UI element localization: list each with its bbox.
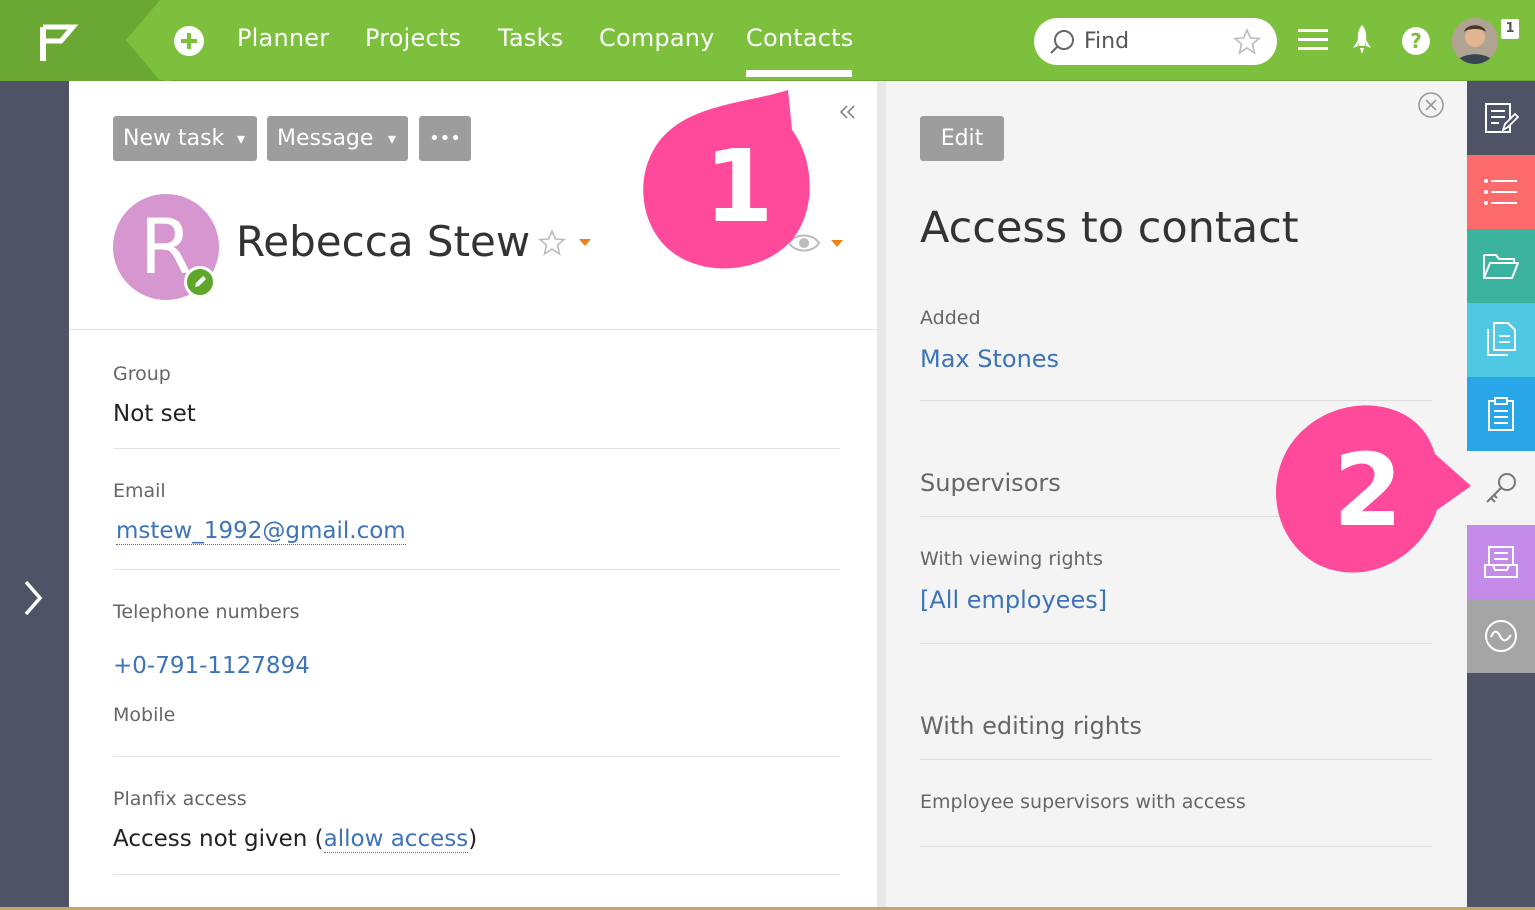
documents-icon [1487,322,1516,356]
search-icon [1050,30,1074,54]
employee-supervisors-label: Employee supervisors with access [920,791,1246,813]
new-task-button[interactable]: New task ▾ [113,116,257,161]
side-tab-activity[interactable] [1467,599,1535,673]
add-icon[interactable] [174,26,204,56]
phone-link[interactable]: +0-791-1127894 [113,653,310,679]
added-label: Added [920,307,981,329]
divider [113,874,840,875]
side-tab-messages[interactable] [1467,525,1535,599]
chevron-right-icon[interactable] [20,578,46,618]
access-label: Planfix access [113,788,247,810]
divider [920,643,1432,644]
header-divider [69,329,877,330]
side-tabs [1467,81,1535,910]
nav-contacts[interactable]: Contacts [746,24,853,52]
viewing-rights-link[interactable]: [All employees] [920,586,1107,614]
star-icon[interactable] [537,228,567,258]
activity-icon [1485,620,1517,652]
edit-note-icon [1485,103,1519,133]
message-button[interactable]: Message ▾ [267,116,408,161]
flag-logo-icon [0,0,170,81]
list-icon [1484,179,1517,205]
editing-rights-heading: With editing rights [920,712,1142,740]
star-icon[interactable] [1232,27,1262,57]
viewing-rights-label: With viewing rights [920,548,1103,570]
allow-access-link[interactable]: allow access [323,826,469,853]
contact-name: Rebecca Stew [236,217,531,266]
inbox-icon [1484,546,1518,578]
phone-type: Mobile [113,704,176,726]
divider [113,569,840,570]
clipboard-icon [1488,397,1514,431]
close-icon[interactable] [1417,91,1445,119]
email-row: mstew_1992@gmail.com [116,518,406,545]
user-photo-icon [1452,18,1498,64]
callout-number: 2 [1333,432,1403,549]
notification-badge[interactable]: 1 [1501,19,1519,39]
callout-1: 1 [640,86,820,278]
active-nav-indicator [746,70,852,77]
side-tab-notes[interactable] [1467,81,1535,155]
collapse-left-icon[interactable] [839,103,857,121]
divider [113,448,840,449]
divider [920,759,1432,760]
caret-down-icon[interactable] [577,238,593,248]
user-avatar[interactable] [1452,18,1498,64]
divider [113,756,840,757]
side-tab-clipboard[interactable] [1467,377,1535,451]
nav-projects[interactable]: Projects [365,24,461,52]
logo[interactable] [0,0,170,81]
edit-button[interactable]: Edit [920,116,1004,161]
menu-icon[interactable] [1298,28,1328,52]
nav-planner[interactable]: Planner [237,24,329,52]
access-row: Access not given (allow access) [113,826,478,853]
pencil-icon [195,276,206,287]
more-button[interactable]: ••• [419,116,471,161]
caret-down-icon: ▾ [236,129,245,148]
callout-2: 2 [1271,400,1474,578]
side-tab-list[interactable] [1467,155,1535,229]
edit-avatar-button[interactable] [184,266,216,298]
left-rail [0,81,69,910]
email-label: Email [113,480,166,502]
rocket-icon[interactable] [1350,24,1374,56]
search-input[interactable] [1084,27,1234,55]
divider [920,846,1432,847]
svg-text:?: ? [1410,29,1422,53]
group-value: Not set [113,401,196,427]
message-label: Message [277,126,374,151]
panel-title: Access to contact [920,203,1299,253]
folder-icon [1483,254,1519,279]
access-status: Access not given ( [113,826,324,852]
help-icon[interactable]: ? [1401,26,1431,56]
callout-number: 1 [704,128,774,245]
email-link[interactable]: mstew_1992@gmail.com [116,518,406,545]
supervisors-heading: Supervisors [920,469,1061,497]
caret-down-icon[interactable] [829,239,845,249]
top-bar: Planner Projects Tasks Company Contacts … [0,0,1535,81]
search-box [1034,18,1277,65]
group-label: Group [113,363,171,385]
nav-tasks[interactable]: Tasks [498,24,563,52]
nav-company[interactable]: Company [599,24,715,52]
side-tab-access[interactable] [1467,451,1535,525]
side-tab-folders[interactable] [1467,229,1535,303]
new-task-label: New task [123,126,225,151]
added-by-link[interactable]: Max Stones [920,345,1059,373]
access-close: ) [468,826,478,852]
caret-down-icon: ▾ [387,129,396,148]
side-tab-documents[interactable] [1467,303,1535,377]
key-icon [1486,473,1516,503]
phone-label: Telephone numbers [113,601,300,623]
